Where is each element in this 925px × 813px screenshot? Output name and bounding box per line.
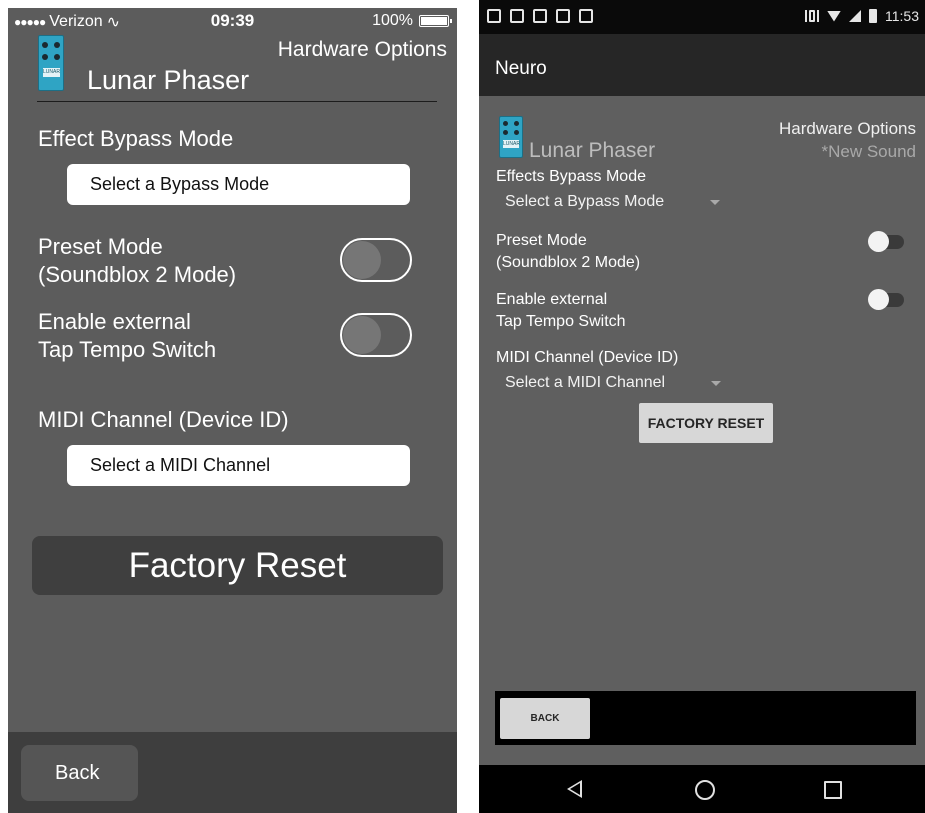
back-button[interactable]: BACK [500,698,590,739]
lunar-phaser-pedal-icon: LUNAR [499,116,523,158]
ios-screen: ●●●●● Verizon ∿ 09:39 100% LUNAR Hardwar… [8,8,457,813]
pedal-logo-plate: LUNAR [503,140,520,148]
tap-tempo-toggle[interactable] [340,313,412,357]
notification-doc-icon [487,9,501,23]
knob-icon [503,121,508,126]
sound-name: *New Sound [821,142,916,161]
android-status-bar: 11:53 [479,0,925,34]
status-time: 11:53 [885,8,919,24]
tap-tempo-label: Enable external Tap Tempo Switch [38,309,217,362]
pedal-name: Lunar Phaser [87,65,250,95]
nav-recents-icon[interactable] [824,781,842,799]
preset-mode-switch[interactable] [868,230,906,252]
knob-icon [42,42,48,48]
knob-icon [503,130,508,135]
midi-channel-label: MIDI Channel (Device ID) [496,349,679,366]
midi-channel-dropdown[interactable]: Select a MIDI Channel [505,374,722,392]
midi-channel-label: MIDI Channel (Device ID) [38,407,289,432]
bypass-mode-select[interactable]: Select a Bypass Mode [67,164,410,205]
tap-tempo-switch[interactable] [868,288,906,310]
battery-icon [419,15,452,27]
notification-clipboard-icon [579,9,593,23]
tap-tempo-label: Enable external Tap Tempo Switch [496,291,626,330]
knob-icon [42,54,48,60]
dropdown-caret-icon [711,380,722,386]
toggle-thumb [343,241,381,279]
nav-home-icon[interactable] [695,780,715,800]
knob-icon [514,121,519,126]
notification-youtube-icon [556,9,570,23]
nav-back-icon[interactable] [567,780,582,798]
page-title: Hardware Options [778,119,916,138]
divider [37,101,437,102]
factory-reset-button[interactable]: Factory Reset [32,536,443,595]
bypass-label: Effect Bypass Mode [38,126,234,151]
toggle-thumb [343,316,381,354]
notification-mail-icon [533,9,547,23]
wifi-icon [827,10,841,22]
page-title: Hardware Options [277,38,447,61]
knob-icon [54,54,60,60]
cell-signal-icon [849,10,861,22]
preset-mode-label: Preset Mode (Soundblox 2 Mode) [496,232,641,271]
lunar-phaser-pedal-icon: LUNAR [38,35,64,91]
vibrate-icon [805,10,819,22]
battery-percent: 100% [372,12,413,29]
bypass-mode-dropdown[interactable]: Select a Bypass Mode [505,193,721,211]
switch-thumb [868,289,889,310]
knob-icon [514,130,519,135]
pedal-name: Lunar Phaser [529,139,656,162]
ios-status-bar: ●●●●● Verizon ∿ 09:39 100% [8,8,457,36]
back-button[interactable]: Back [21,745,138,801]
knob-icon [54,42,60,48]
preset-mode-toggle[interactable] [340,238,412,282]
notification-image-icon [510,9,524,23]
app-title: Neuro [495,58,547,79]
midi-channel-select[interactable]: Select a MIDI Channel [67,445,410,486]
bypass-label: Effects Bypass Mode [496,168,646,185]
battery-icon [869,9,877,23]
preset-mode-label: Preset Mode (Soundblox 2 Mode) [38,234,237,287]
android-screen: 11:53 Neuro LUNAR Hardware Options *New … [479,0,925,813]
pedal-logo-plate: LUNAR [43,68,60,77]
dropdown-caret-icon [710,199,721,205]
factory-reset-button[interactable]: FACTORY RESET [639,403,773,443]
switch-thumb [868,231,889,252]
